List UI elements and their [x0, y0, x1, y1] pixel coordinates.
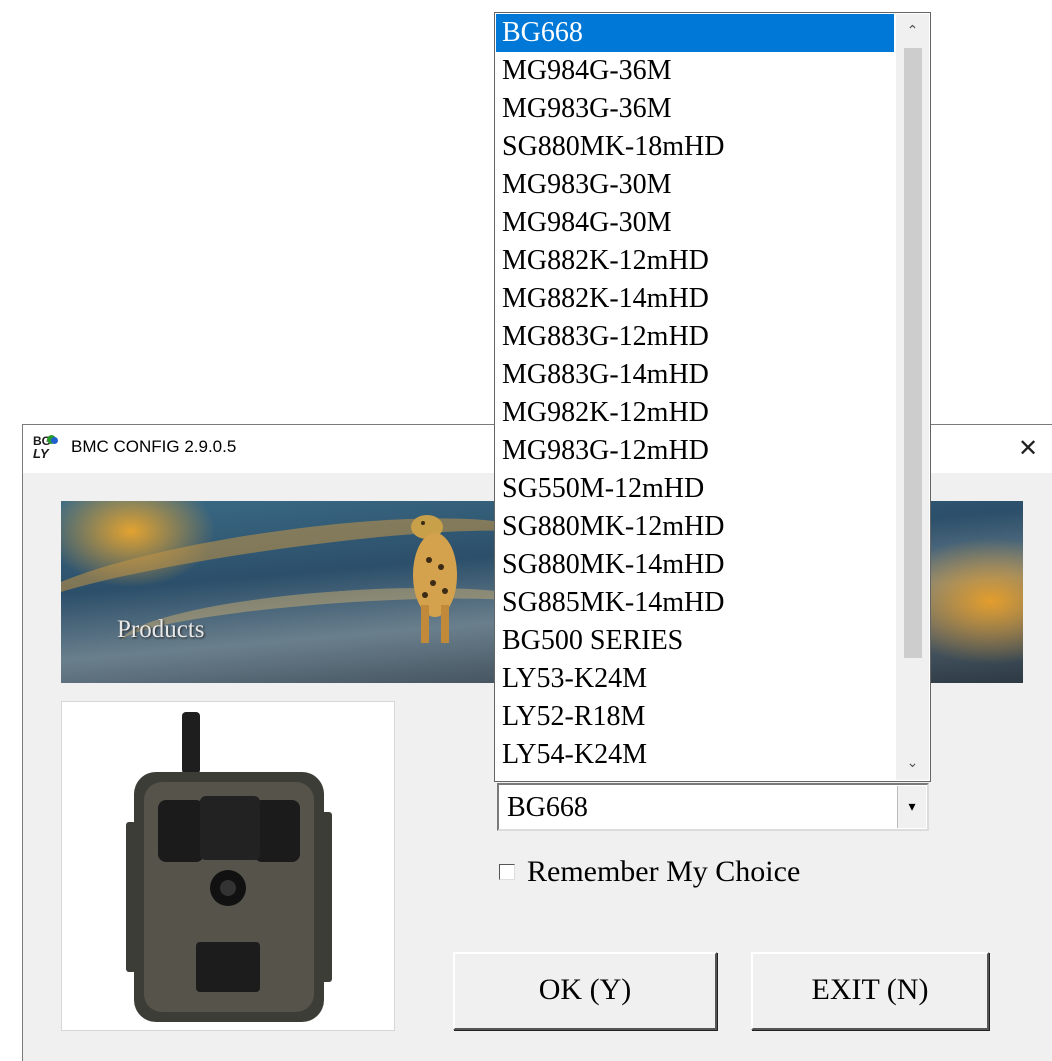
dropdown-option[interactable]: MG883G-12mHD — [496, 318, 894, 356]
exit-button[interactable]: EXIT (N) — [751, 952, 989, 1030]
cheetah-image — [411, 515, 457, 643]
dropdown-option[interactable]: MG882K-12mHD — [496, 242, 894, 280]
dropdown-option[interactable]: MG983G-30M — [496, 166, 894, 204]
dropdown-option[interactable]: SG880MK-12mHD — [496, 508, 894, 546]
model-select-value: BG668 — [507, 792, 588, 823]
option-list: BG668 MG984G-36M MG983G-36M SG880MK-18mHD MG… — [496, 14, 894, 774]
dropdown-option[interactable]: MG984G-30M — [496, 204, 894, 242]
ok-button[interactable]: OK (Y) — [453, 952, 717, 1030]
dropdown-option[interactable]: MG983G-12mHD — [496, 432, 894, 470]
dropdown-option[interactable]: MG984G-36M — [496, 52, 894, 90]
dropdown-option[interactable]: MG982K-12mHD — [496, 394, 894, 432]
remember-choice-checkbox[interactable]: Remember My Choice — [499, 855, 800, 889]
checkbox-box[interactable] — [499, 864, 515, 881]
dropdown-arrow-icon[interactable]: ▾ — [897, 786, 926, 828]
close-icon: ✕ — [1017, 434, 1039, 462]
banner-title: Products — [117, 616, 205, 643]
scroll-up-icon[interactable]: ⌃ — [896, 14, 929, 48]
dropdown-option[interactable]: MG882K-14mHD — [496, 280, 894, 318]
dropdown-option[interactable]: MG983G-36M — [496, 90, 894, 128]
dropdown-option[interactable]: SG880MK-14mHD — [496, 546, 894, 584]
dropdown-option[interactable]: SG550M-12mHD — [496, 470, 894, 508]
dropdown-scrollbar[interactable]: ⌃ ⌄ — [896, 14, 929, 780]
camera-product-image — [61, 701, 395, 1031]
logo-text-bottom: LY — [33, 446, 49, 461]
dropdown-option[interactable]: BG500 SERIES — [496, 622, 894, 660]
dropdown-option[interactable]: LY54-K24M — [496, 736, 894, 774]
remember-choice-label: Remember My Choice — [527, 855, 801, 888]
dropdown-option[interactable]: LY52-R18M — [496, 698, 894, 736]
dropdown-option[interactable]: MG883G-14mHD — [496, 356, 894, 394]
close-button[interactable]: ✕ — [1004, 425, 1052, 473]
dropdown-option[interactable]: BG668 — [496, 14, 894, 52]
dropdown-option[interactable]: SG885MK-14mHD — [496, 584, 894, 622]
model-dropdown-list[interactable]: BG668 MG984G-36M MG983G-36M SG880MK-18mHD MG… — [494, 12, 931, 782]
dropdown-option[interactable]: SG880MK-18mHD — [496, 128, 894, 166]
model-select[interactable]: BG668 ▾ — [497, 783, 929, 831]
dropdown-option[interactable]: LY53-K24M — [496, 660, 894, 698]
app-logo-icon: BG LY — [33, 435, 59, 461]
scroll-thumb[interactable] — [904, 48, 922, 658]
window-title: BMC CONFIG 2.9.0.5 — [71, 437, 237, 456]
scroll-down-icon[interactable]: ⌄ — [896, 746, 929, 780]
